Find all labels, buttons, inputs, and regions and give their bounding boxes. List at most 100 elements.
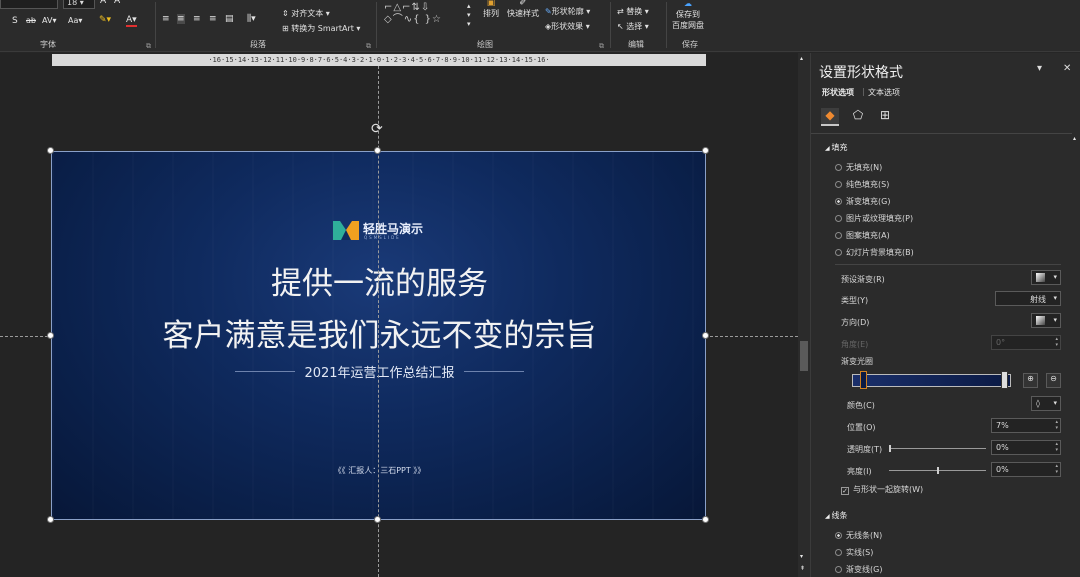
align-text-button[interactable]: ⇕ 对齐文本 ▾ bbox=[282, 8, 330, 19]
angle-input[interactable]: 0° ▴ ▾ bbox=[991, 335, 1061, 350]
resize-handle-top-right[interactable] bbox=[702, 147, 709, 154]
line-section-header[interactable]: ◢ 线条 bbox=[825, 510, 848, 521]
highlight-icon[interactable]: ✎▾ bbox=[99, 15, 111, 25]
gradient-stop[interactable] bbox=[1001, 371, 1008, 389]
shadow-button[interactable]: S bbox=[12, 16, 18, 26]
shape-outline-button[interactable]: ✎形状轮廓 ▾ bbox=[545, 6, 590, 17]
tab-text-options[interactable]: 文本选项 bbox=[868, 87, 900, 98]
preset-gradient-picker[interactable]: ▾ bbox=[1031, 270, 1061, 285]
line-option-solid[interactable]: 实线(S) bbox=[835, 547, 873, 558]
shape-outline-icon: ✎ bbox=[545, 7, 552, 16]
distributed-icon[interactable]: ▤ bbox=[225, 14, 234, 24]
strikethrough-button[interactable]: ab bbox=[26, 16, 36, 25]
close-icon[interactable]: ✕ bbox=[1063, 63, 1071, 74]
convert-smartart-button[interactable]: ⊞ 转换为 SmartArt ▾ bbox=[282, 23, 360, 34]
transparency-input[interactable]: 0% ▴ ▾ bbox=[991, 440, 1061, 455]
line-option-none[interactable]: 无线条(N) bbox=[835, 530, 882, 541]
effects-icon[interactable]: ⬠ bbox=[849, 108, 867, 126]
align-right-icon[interactable]: ≡ bbox=[193, 14, 201, 24]
font-color-button[interactable]: A▾ bbox=[126, 15, 137, 27]
fill-section-header[interactable]: ◢ 填充 bbox=[825, 142, 848, 153]
resize-handle-bottom[interactable] bbox=[374, 516, 381, 523]
size-properties-icon[interactable]: ⊞ bbox=[876, 108, 894, 126]
columns-icon[interactable]: ⫼▾ bbox=[247, 14, 256, 24]
panel-scrollbar[interactable]: ▴ bbox=[1072, 133, 1080, 577]
arrange-button[interactable]: ▣ 排列 bbox=[483, 0, 499, 19]
fill-option-label: 无填充(N) bbox=[846, 163, 883, 172]
font-name-combo[interactable] bbox=[0, 0, 58, 9]
fill-option-solid[interactable]: 纯色填充(S) bbox=[835, 179, 889, 190]
transparency-value: 0% bbox=[996, 443, 1009, 452]
font-size-combo[interactable]: 18 ▾ bbox=[63, 0, 95, 9]
dropdown-arrow-icon: ▾ bbox=[1053, 316, 1057, 324]
checkmark-icon: ✓ bbox=[841, 487, 849, 495]
gradient-stop-selected[interactable] bbox=[860, 371, 867, 389]
char-spacing-button[interactable]: AV▾ bbox=[42, 16, 56, 25]
tab-shape-options[interactable]: 形状选项 bbox=[822, 87, 854, 98]
remove-stop-icon[interactable]: ⊖ bbox=[1046, 373, 1061, 388]
save-cloud-button[interactable]: ☁ 保存到 百度网盘 bbox=[672, 0, 704, 31]
brightness-slider-thumb[interactable] bbox=[937, 467, 939, 474]
resize-handle-bottom-right[interactable] bbox=[702, 516, 709, 523]
rotate-with-shape-checkbox[interactable]: ✓ 与形状一起旋转(W) bbox=[841, 484, 923, 495]
slide-reporter[interactable]: 《《 汇报人：三石PPT 》》 bbox=[52, 465, 705, 476]
resize-handle-left[interactable] bbox=[47, 332, 54, 339]
slide-title-line2[interactable]: 客户满意是我们永远不变的宗旨 bbox=[52, 310, 705, 355]
fill-option-gradient[interactable]: 渐变填充(G) bbox=[835, 196, 890, 207]
divider bbox=[835, 264, 1061, 265]
fill-option-none[interactable]: 无填充(N) bbox=[835, 162, 882, 173]
font-dialog-launcher-icon[interactable]: ⧉ bbox=[146, 42, 151, 51]
gradient-bar[interactable] bbox=[852, 374, 1011, 387]
grow-font-button[interactable]: A bbox=[100, 0, 106, 6]
shapes-gallery[interactable]: ⌐△⌐⇅⇩ ◇⌒∿{ }☆ bbox=[384, 2, 442, 26]
transparency-slider-thumb[interactable] bbox=[889, 445, 891, 452]
type-select[interactable]: 射线 ▾ bbox=[995, 291, 1061, 306]
justify-icon[interactable]: ≡ bbox=[209, 14, 217, 24]
vertical-guide[interactable] bbox=[378, 66, 379, 577]
direction-swatch-icon bbox=[1036, 316, 1045, 325]
paragraph-dialog-launcher-icon[interactable]: ⧉ bbox=[366, 42, 371, 51]
resize-handle-top[interactable] bbox=[374, 147, 381, 154]
add-stop-icon[interactable]: ⊕ bbox=[1023, 373, 1038, 388]
fill-line-icon[interactable]: ◆ bbox=[821, 108, 839, 126]
resize-handle-right[interactable] bbox=[702, 332, 709, 339]
canvas-scrollbar[interactable]: ▴ ▾ ⇞ bbox=[798, 53, 810, 577]
position-input[interactable]: 7% ▴ ▾ bbox=[991, 418, 1061, 433]
scroll-down-icon[interactable]: ▾ bbox=[800, 553, 803, 560]
fill-option-picture[interactable]: 图片或纹理填充(P) bbox=[835, 213, 913, 224]
scrollbar-thumb[interactable] bbox=[800, 341, 808, 371]
shrink-font-button[interactable]: A bbox=[114, 0, 120, 6]
quick-styles-button[interactable]: ✐ 快速样式 bbox=[507, 0, 539, 19]
fill-option-slide-background[interactable]: 幻灯片背景填充(B) bbox=[835, 247, 914, 258]
brightness-value: 0% bbox=[996, 465, 1009, 474]
radio-icon bbox=[835, 164, 842, 171]
fill-option-pattern[interactable]: 图案填充(A) bbox=[835, 230, 890, 241]
line-option-gradient[interactable]: 渐变线(G) bbox=[835, 564, 882, 575]
transparency-slider[interactable] bbox=[889, 448, 986, 449]
select-button[interactable]: ↖ 选择 ▾ bbox=[617, 21, 649, 32]
direction-picker[interactable]: ▾ bbox=[1031, 313, 1061, 328]
resize-handle-top-left[interactable] bbox=[47, 147, 54, 154]
resize-handle-bottom-left[interactable] bbox=[47, 516, 54, 523]
rotate-with-shape-label: 与形状一起旋转(W) bbox=[853, 485, 924, 494]
brightness-input[interactable]: 0% ▴ ▾ bbox=[991, 462, 1061, 477]
slide-subtitle[interactable]: 2021年运营工作总结汇报 bbox=[52, 362, 705, 381]
panel-options-icon[interactable]: ▾ bbox=[1037, 63, 1042, 74]
slide-title-line1[interactable]: 提供一流的服务 bbox=[52, 258, 705, 303]
scroll-up-icon[interactable]: ▴ bbox=[1073, 135, 1076, 142]
replace-button[interactable]: ⇄ 替换 ▾ bbox=[617, 6, 649, 17]
drawing-dialog-launcher-icon[interactable]: ⧉ bbox=[599, 42, 604, 51]
group-label-paragraph: 段落 bbox=[250, 40, 266, 49]
color-picker[interactable]: ◊ ▾ bbox=[1031, 396, 1061, 411]
group-separator bbox=[610, 2, 611, 48]
align-center-icon[interactable]: ≡ bbox=[177, 14, 185, 24]
font-color-label: A bbox=[126, 15, 133, 25]
shapes-gallery-scroll-icon[interactable]: ▴ ▾ ▾ bbox=[467, 2, 471, 29]
rotate-handle-icon[interactable]: ⟳ bbox=[371, 121, 383, 137]
horizontal-ruler[interactable]: ·16·15·14·13·12·11·10·9·8·7·6·5·4·3·2·1·… bbox=[52, 54, 706, 66]
shape-effects-button[interactable]: ◈形状效果 ▾ bbox=[545, 21, 590, 32]
change-case-button[interactable]: Aa▾ bbox=[68, 16, 82, 25]
scroll-up-icon[interactable]: ▴ bbox=[800, 55, 803, 62]
align-left-icon[interactable]: ≡ bbox=[162, 14, 170, 24]
prev-slide-icon[interactable]: ⇞ bbox=[800, 565, 805, 572]
